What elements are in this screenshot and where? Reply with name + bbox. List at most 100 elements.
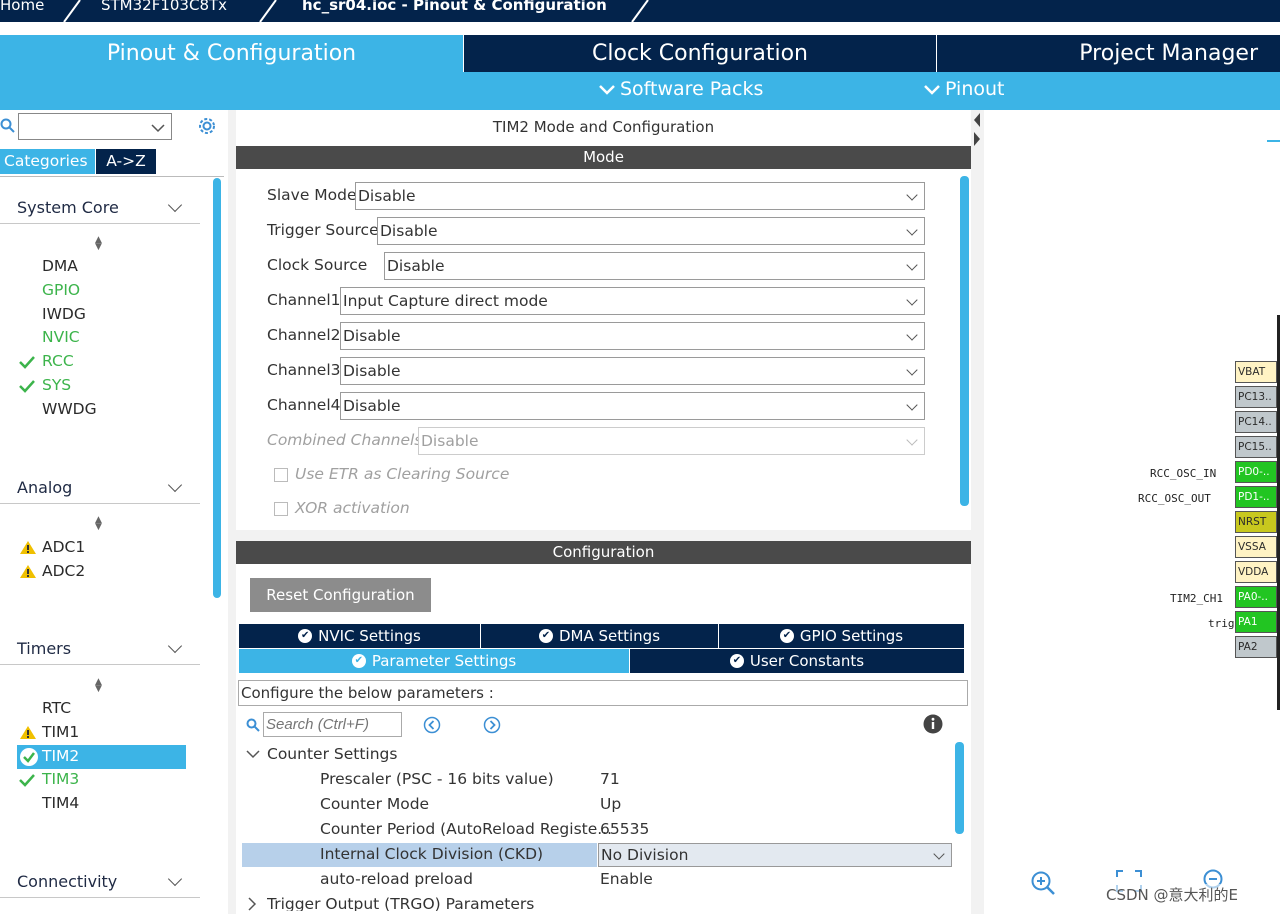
pin-pa1[interactable]: PA1 <box>1235 611 1277 633</box>
splitter[interactable] <box>228 110 236 914</box>
group-counter-settings[interactable]: Counter Settings <box>267 745 397 763</box>
list-item[interactable]: TIM1 <box>42 723 79 741</box>
tab-categories[interactable]: Categories <box>0 149 95 174</box>
param-value[interactable]: Up <box>600 795 621 813</box>
pin-nrst[interactable]: NRST <box>1235 511 1277 533</box>
group-trgo-parameters[interactable]: Trigger Output (TRGO) Parameters <box>267 895 534 911</box>
software-packs-menu[interactable]: Software Packs <box>598 78 763 100</box>
list-item[interactable]: ADC1 <box>42 538 85 556</box>
list-item[interactable]: IWDG <box>42 305 86 323</box>
etr-checkbox[interactable] <box>274 468 288 482</box>
pin-pa0[interactable]: PA0-.. <box>1235 586 1277 608</box>
tab-parameter-settings[interactable]: ✔ Parameter Settings <box>239 649 629 673</box>
pinout-menu[interactable]: Pinout <box>923 78 1004 100</box>
chevron-down-icon[interactable] <box>167 638 183 654</box>
field-label: Slave Mode <box>267 186 357 204</box>
list-item[interactable]: WWDG <box>42 400 97 418</box>
list-item[interactable]: TIM4 <box>42 794 79 812</box>
breadcrumb-chip[interactable]: STM32F103C8Tx <box>101 0 227 14</box>
channel2-select[interactable]: Disable <box>340 322 925 350</box>
param-name: Prescaler (PSC - 16 bits value) <box>320 770 554 788</box>
chevron-down-icon <box>906 399 918 411</box>
channel3-select[interactable]: Disable <box>340 357 925 385</box>
pin-pd0[interactable]: PD0-.. <box>1235 461 1277 483</box>
breadcrumb-home[interactable]: Home <box>0 0 44 14</box>
section-analog[interactable]: Analog <box>17 478 72 497</box>
slave-mode-select[interactable]: Disable <box>355 182 925 210</box>
sort-icon[interactable]: ▲ ▼ <box>95 516 102 532</box>
chevron-down-icon <box>906 434 918 446</box>
tab-pinout-configuration[interactable]: Pinout & Configuration <box>0 35 463 72</box>
pin-pa2[interactable]: PA2 <box>1235 636 1277 658</box>
tab-a-to-z[interactable]: A->Z <box>96 149 156 174</box>
pin-pc13[interactable]: PC13.. <box>1235 386 1277 408</box>
check-circle-icon <box>20 748 38 766</box>
previous-icon[interactable] <box>423 716 441 734</box>
splitter[interactable] <box>236 530 971 541</box>
sort-icon[interactable]: ▲ ▼ <box>95 236 102 252</box>
tab-project-manager[interactable]: Project Manager <box>936 35 1280 72</box>
section-system-core[interactable]: System Core <box>17 198 119 217</box>
list-item[interactable]: SYS <box>42 376 71 394</box>
search-combo[interactable] <box>18 113 172 140</box>
tab-gpio-settings[interactable]: ✔ GPIO Settings <box>719 624 964 648</box>
pin-vssa[interactable]: VSSA <box>1235 536 1277 558</box>
tab-clock-configuration[interactable]: Clock Configuration <box>463 35 936 72</box>
chevron-down-icon[interactable] <box>167 871 183 887</box>
collapse-arrows-icon[interactable] <box>972 112 982 148</box>
pin-pc14[interactable]: PC14.. <box>1235 411 1277 433</box>
param-value[interactable]: 65535 <box>600 820 649 838</box>
list-item[interactable]: GPIO <box>42 281 80 299</box>
pin-signal-label: trig <box>1208 617 1235 630</box>
pin-vdda[interactable]: VDDA <box>1235 561 1277 583</box>
splitter[interactable] <box>971 110 984 914</box>
clock-division-select[interactable]: No Division <box>598 843 952 867</box>
tab-dma-settings[interactable]: ✔ DMA Settings <box>481 624 718 648</box>
divider <box>0 897 200 898</box>
software-packs-label: Software Packs <box>620 78 764 100</box>
list-item[interactable]: DMA <box>42 257 78 275</box>
chevron-down-icon <box>933 848 945 860</box>
param-value[interactable]: 71 <box>600 770 620 788</box>
next-icon[interactable] <box>483 716 501 734</box>
clock-source-select[interactable]: Disable <box>384 252 925 280</box>
pin-pd1[interactable]: PD1-.. <box>1235 486 1277 508</box>
gear-icon[interactable] <box>196 115 218 137</box>
param-search-input[interactable] <box>263 712 402 737</box>
reset-configuration-button[interactable]: Reset Configuration <box>250 578 431 612</box>
warning-icon <box>20 565 36 578</box>
chevron-down-icon[interactable] <box>167 477 183 493</box>
pin-vbat[interactable]: VBAT <box>1235 361 1277 383</box>
tab-user-constants[interactable]: ✔ User Constants <box>630 649 964 673</box>
params-scrollbar[interactable] <box>955 742 964 834</box>
search-icon <box>246 718 260 732</box>
breadcrumb-file[interactable]: hc_sr04.ioc - Pinout & Configuration <box>302 0 607 14</box>
list-item[interactable]: RCC <box>42 352 74 370</box>
chevron-down-icon <box>151 124 165 133</box>
tab-nvic-settings[interactable]: ✔ NVIC Settings <box>239 624 480 648</box>
list-item[interactable]: ADC2 <box>42 562 85 580</box>
mode-scrollbar[interactable] <box>960 176 969 506</box>
info-icon[interactable] <box>923 714 943 734</box>
chevron-down-icon <box>906 294 918 306</box>
channel4-select[interactable]: Disable <box>340 392 925 420</box>
xor-checkbox[interactable] <box>274 502 288 516</box>
chevron-down-icon[interactable] <box>167 197 183 213</box>
chevron-down-icon[interactable] <box>246 749 260 759</box>
list-item-label[interactable]: TIM2 <box>42 747 79 765</box>
sidebar-scrollbar[interactable] <box>213 178 221 598</box>
sort-icon[interactable]: ▲ ▼ <box>95 678 102 694</box>
param-value[interactable]: Enable <box>600 870 653 888</box>
trigger-source-select[interactable]: Disable <box>377 217 925 245</box>
section-timers[interactable]: Timers <box>17 639 71 658</box>
list-item[interactable]: RTC <box>42 699 71 717</box>
check-icon <box>19 356 35 369</box>
categories-panel: Categories A->Z System Core ▲ ▼ DMA GPIO … <box>0 110 228 914</box>
list-item[interactable]: TIM3 <box>42 770 79 788</box>
chevron-right-icon[interactable] <box>247 897 257 911</box>
zoom-in-icon[interactable] <box>1030 870 1056 896</box>
channel1-select[interactable]: Input Capture direct mode <box>340 287 925 315</box>
section-connectivity[interactable]: Connectivity <box>17 872 117 891</box>
list-item[interactable]: NVIC <box>42 328 80 346</box>
pin-pc15[interactable]: PC15.. <box>1235 436 1277 458</box>
